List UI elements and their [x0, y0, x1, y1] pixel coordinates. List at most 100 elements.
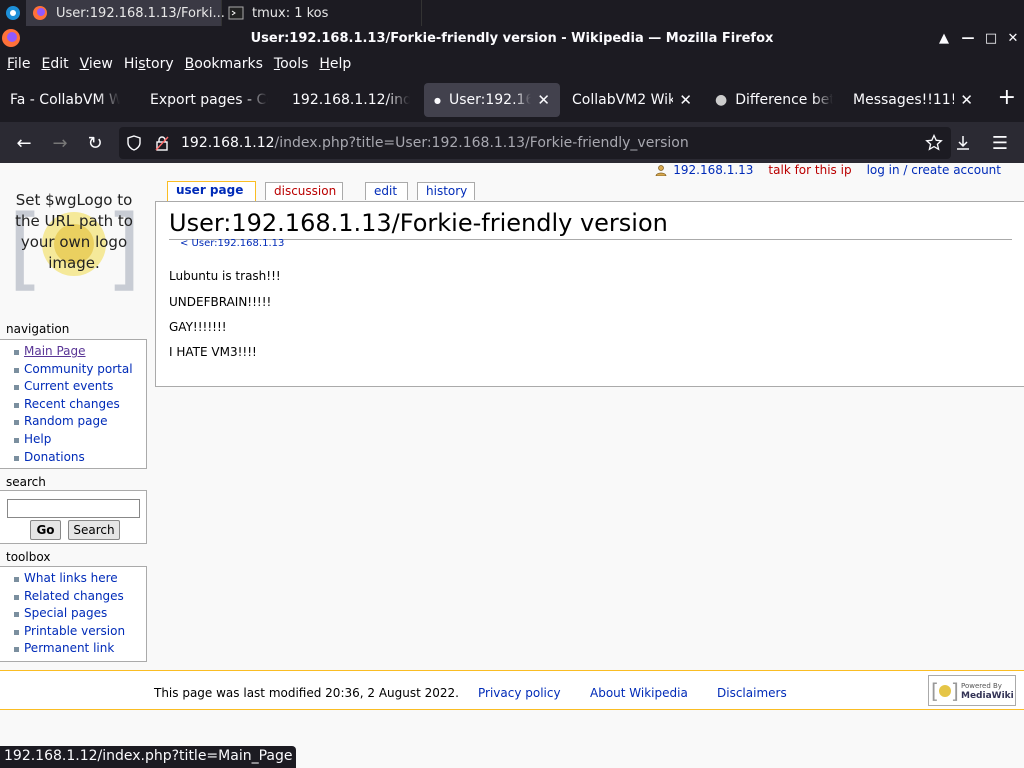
new-tab-icon[interactable]: + — [998, 87, 1016, 109]
navigation-toolbar: ← → ↻ 192.168.1.12/index.php?title=User:… — [0, 122, 1024, 163]
navigation-portlet: Main Page Community portal Current event… — [0, 339, 147, 469]
footer-privacy-link[interactable]: Privacy policy — [478, 686, 561, 700]
back-icon[interactable]: ← — [11, 130, 37, 156]
navigation-heading: navigation — [6, 322, 70, 336]
tab-discussion[interactable]: discussion — [265, 182, 343, 200]
nav-item-main-page[interactable]: Main Page — [12, 343, 146, 361]
toolbox-heading: toolbox — [6, 550, 51, 564]
nav-item-current-events[interactable]: Current events — [12, 378, 146, 396]
taskbar-item-label: tmux: 1 kos — [252, 5, 329, 21]
tab-loading-dot-icon: ● — [434, 95, 441, 105]
tab-close-icon[interactable]: ✕ — [679, 91, 692, 109]
taskbar-item-firefox[interactable]: User:192.168.1.13/Forki... — [26, 0, 225, 26]
firefox-icon — [2, 29, 20, 47]
footer-last-modified: This page was last modified 20:36, 2 Aug… — [154, 686, 459, 700]
menu-bookmarks[interactable]: Bookmarks — [185, 56, 263, 72]
mediawiki-logo-icon: [] — [931, 680, 959, 702]
shield-icon[interactable] — [126, 135, 142, 151]
search-input[interactable] — [7, 499, 140, 518]
tab-close-icon[interactable]: ✕ — [537, 91, 550, 109]
link-status-bar: 192.168.1.12/index.php?title=Main_Page — [0, 746, 297, 768]
taskbar-item-label: User:192.168.1.13/Forki... — [56, 5, 225, 21]
insecure-lock-icon[interactable] — [154, 135, 170, 151]
reload-icon[interactable]: ↻ — [82, 130, 108, 156]
footer-disclaimers-link[interactable]: Disclaimers — [717, 686, 787, 700]
personal-talk-link[interactable]: talk for this ip — [768, 163, 851, 177]
restore-icon[interactable]: □ — [979, 26, 1003, 50]
tab-user-page-action[interactable]: user page — [167, 181, 256, 201]
toolbox-what-links-here[interactable]: What links here — [12, 570, 146, 588]
web-page: 192.168.1.13 talk for this ip log in / c… — [0, 163, 1024, 768]
downloads-icon[interactable] — [950, 130, 976, 156]
powered-by-mediawiki-badge[interactable]: [] Powered By MediaWiki — [928, 675, 1016, 706]
nav-item-community-portal[interactable]: Community portal — [12, 361, 146, 379]
nav-item-donations[interactable]: Donations — [12, 449, 146, 467]
tab-messages[interactable]: Messages!!11!! ✕ — [843, 83, 983, 117]
personal-user-link[interactable]: 192.168.1.13 — [673, 163, 753, 177]
footer-about-link[interactable]: About Wikipedia — [590, 686, 688, 700]
site-logo[interactable]: [ ] Set $wgLogo to the URL path to your … — [8, 187, 140, 297]
search-heading: search — [6, 475, 46, 489]
paragraph: UNDEFBRAIN!!!!! — [169, 295, 272, 309]
window-titlebar: User:192.168.1.13/Forkie-friendly versio… — [0, 26, 1024, 50]
bookmark-star-icon[interactable] — [925, 134, 943, 152]
search-portlet: Go Search — [0, 490, 147, 544]
toolbox-permanent-link[interactable]: Permanent link — [12, 640, 146, 658]
url-text[interactable]: 192.168.1.12/index.php?title=User:192.16… — [181, 135, 689, 151]
menu-help[interactable]: Help — [319, 56, 351, 72]
start-menu-icon[interactable] — [0, 0, 26, 26]
menubar: File Edit View History Bookmarks Tools H… — [0, 50, 1024, 78]
url-bar[interactable]: 192.168.1.12/index.php?title=User:192.16… — [119, 127, 951, 159]
page-title: User:192.168.1.13/Forkie-friendly versio… — [169, 207, 1012, 240]
firefox-icon — [33, 6, 47, 20]
go-button[interactable]: Go — [30, 520, 61, 540]
taskbar: User:192.168.1.13/Forki... tmux: 1 kos — [0, 0, 1024, 26]
toolbox-portlet: What links here Related changes Special … — [0, 566, 147, 662]
tab-history[interactable]: history — [417, 182, 475, 200]
parent-page-link[interactable]: < User:192.168.1.13 — [180, 238, 284, 249]
toolbox-printable-version[interactable]: Printable version — [12, 623, 146, 641]
paragraph: GAY!!!!!!! — [169, 320, 227, 334]
nav-item-random-page[interactable]: Random page — [12, 413, 146, 431]
footer: This page was last modified 20:36, 2 Aug… — [0, 670, 1024, 710]
maximize-up-icon[interactable]: ▲ — [932, 26, 956, 50]
tab-collabvm2-wiki[interactable]: CollabVM2 Wiki ✕ — [562, 83, 702, 117]
personal-login-link[interactable]: log in / create account — [867, 163, 1001, 177]
apple-icon: ● — [715, 92, 728, 108]
content-area: User:192.168.1.13/Forkie-friendly versio… — [155, 201, 1024, 387]
tab-edit[interactable]: edit — [365, 182, 408, 200]
minimize-icon[interactable]: — — [956, 26, 980, 50]
breadcrumb: < User:192.168.1.13 — [180, 238, 284, 249]
tab-bar: Fa - CollabVM Wiki Export pages - Collab… — [0, 78, 1024, 122]
personal-tools: 192.168.1.13 talk for this ip log in / c… — [655, 163, 1001, 177]
tab-fa-collabvm[interactable]: Fa - CollabVM Wiki — [0, 83, 130, 117]
nav-item-help[interactable]: Help — [12, 431, 146, 449]
forward-icon[interactable]: → — [47, 130, 73, 156]
taskbar-item-terminal[interactable]: tmux: 1 kos — [222, 0, 422, 26]
menu-edit[interactable]: Edit — [41, 56, 68, 72]
tab-user-page[interactable]: ● User:192.168.1.13 ✕ — [424, 83, 560, 117]
terminal-icon — [228, 6, 244, 20]
paragraph: Lubuntu is trash!!! — [169, 269, 281, 283]
user-icon — [655, 165, 667, 176]
toolbox-related-changes[interactable]: Related changes — [12, 588, 146, 606]
logo-text: Set $wgLogo to the URL path to your own … — [15, 191, 133, 272]
powered-by-text: Powered By — [961, 681, 1002, 690]
svg-text:[: [ — [931, 680, 939, 702]
menu-tools[interactable]: Tools — [274, 56, 309, 72]
paragraph: I HATE VM3!!!! — [169, 345, 257, 359]
menu-file[interactable]: File — [7, 56, 30, 72]
window-title: User:192.168.1.13/Forkie-friendly versio… — [250, 30, 774, 46]
hamburger-menu-icon[interactable]: ☰ — [987, 130, 1013, 156]
toolbox-special-pages[interactable]: Special pages — [12, 605, 146, 623]
tab-difference[interactable]: ● Difference between — [705, 83, 843, 117]
search-button[interactable]: Search — [68, 520, 120, 540]
close-window-icon[interactable]: ✕ — [1001, 26, 1024, 50]
tab-close-icon[interactable]: ✕ — [960, 91, 973, 109]
menu-history[interactable]: History — [124, 56, 174, 72]
tab-export-pages[interactable]: Export pages - CollabVM Wiki — [140, 83, 278, 117]
svg-text:]: ] — [951, 680, 959, 702]
nav-item-recent-changes[interactable]: Recent changes — [12, 396, 146, 414]
tab-index-php[interactable]: 192.168.1.12/index.php — [282, 83, 420, 117]
menu-view[interactable]: View — [80, 56, 113, 72]
